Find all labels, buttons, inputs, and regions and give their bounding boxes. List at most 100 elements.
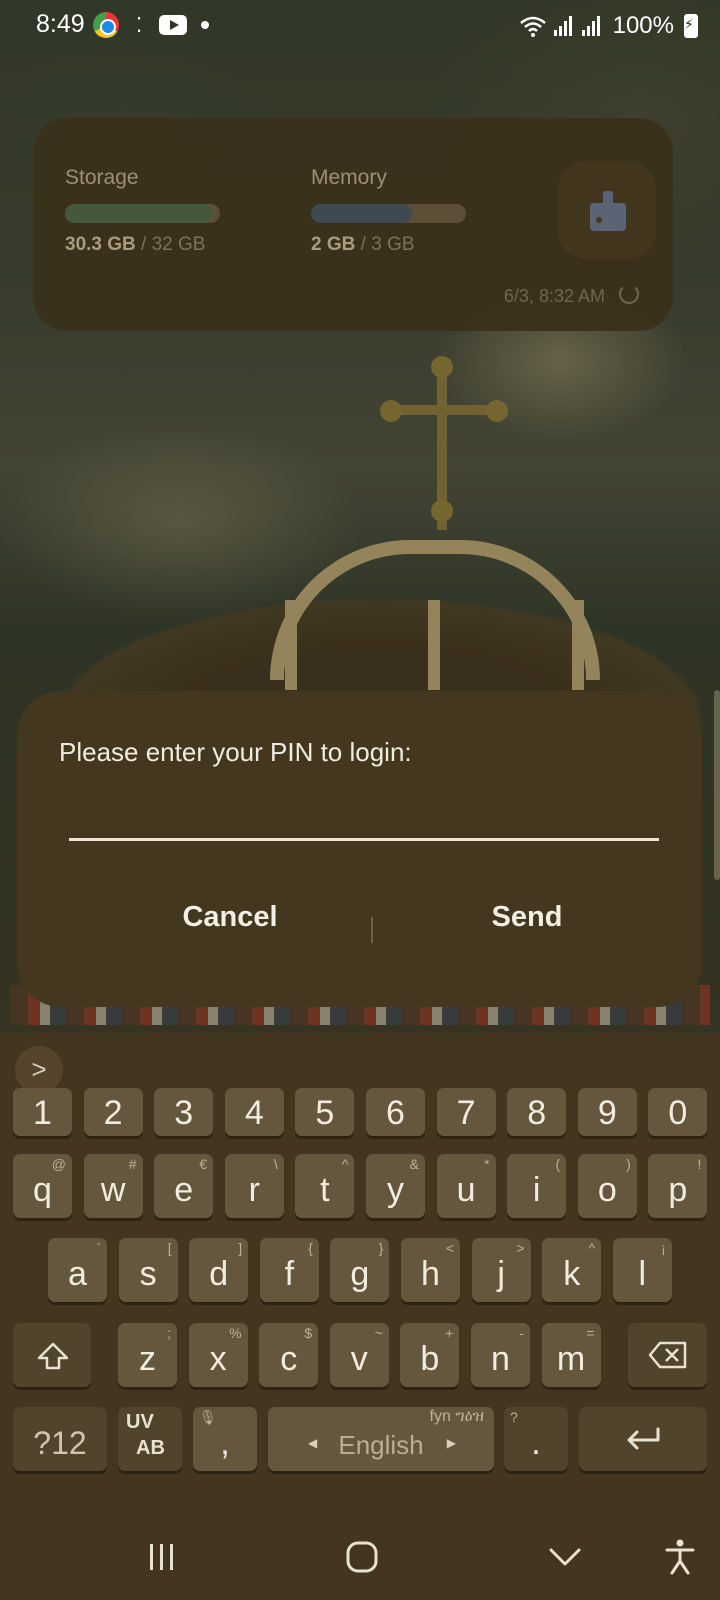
- key-9[interactable]: 9: [577, 1088, 637, 1136]
- accessibility-button[interactable]: [640, 1527, 720, 1587]
- wifi-icon: [519, 16, 546, 37]
- key-r[interactable]: \ r: [224, 1154, 284, 1218]
- key-z[interactable]: ; z: [118, 1323, 177, 1387]
- key-n[interactable]: -n: [471, 1323, 530, 1387]
- key-l[interactable]: ¡ l: [612, 1238, 672, 1302]
- key-e[interactable]: € e: [154, 1154, 214, 1218]
- key-hint: ;: [167, 1325, 171, 1341]
- language-switch-key[interactable]: UV AB: [118, 1407, 182, 1471]
- key-d[interactable]: ] d: [189, 1238, 249, 1302]
- key-label: 0: [668, 1094, 688, 1132]
- key-label: 4: [244, 1094, 264, 1132]
- key-hint: \: [273, 1156, 278, 1172]
- key-hint: (: [555, 1156, 561, 1172]
- recents-icon: [150, 1544, 173, 1570]
- refresh-icon[interactable]: [619, 284, 639, 304]
- shift-key[interactable]: [13, 1323, 91, 1387]
- memory-total: / 3 GB: [360, 234, 415, 255]
- key-label: s: [139, 1255, 157, 1293]
- send-button[interactable]: Send: [402, 887, 652, 947]
- key-label: c: [280, 1340, 298, 1378]
- key-i[interactable]: (i: [507, 1154, 567, 1218]
- space-right-arrow-icon: ▶: [446, 1436, 456, 1450]
- key-x[interactable]: % x: [188, 1323, 248, 1387]
- chrome-icon: [93, 12, 119, 38]
- key-label: d: [209, 1255, 229, 1293]
- key-label: g: [350, 1255, 370, 1293]
- key-label: p: [668, 1171, 688, 1209]
- key-3[interactable]: 3: [154, 1088, 214, 1136]
- key-c[interactable]: $ c: [259, 1323, 319, 1387]
- key-q[interactable]: @ q: [13, 1154, 72, 1218]
- key-label: 3: [174, 1094, 194, 1132]
- key-label: i: [532, 1171, 541, 1209]
- key-v[interactable]: ~ v: [329, 1323, 389, 1387]
- key-2[interactable]: 2: [83, 1088, 143, 1136]
- key-hint: -: [519, 1325, 524, 1341]
- key-m[interactable]: = m: [541, 1323, 601, 1387]
- key-y[interactable]: & y: [366, 1154, 425, 1218]
- key-label: y: [387, 1171, 404, 1209]
- optimize-button[interactable]: [558, 161, 656, 259]
- period-label: .: [531, 1424, 541, 1462]
- hide-keyboard-button[interactable]: [525, 1527, 605, 1587]
- period-hint: ?: [510, 1409, 518, 1425]
- key-4[interactable]: 4: [224, 1088, 284, 1136]
- key-5[interactable]: 5: [295, 1088, 355, 1136]
- key-0[interactable]: 0: [648, 1088, 708, 1136]
- dialog-message: Please enter your PIN to login:: [59, 737, 412, 767]
- key-hint: [: [167, 1240, 172, 1256]
- storage-value: 30.3 GB / 32 GB: [65, 234, 205, 256]
- edge-panel-handle[interactable]: [714, 690, 720, 880]
- backspace-key[interactable]: [628, 1323, 707, 1387]
- enter-key[interactable]: [579, 1407, 707, 1471]
- key-a[interactable]: ` a: [48, 1238, 107, 1302]
- key-hint: @: [51, 1156, 66, 1172]
- key-u[interactable]: * u: [436, 1154, 496, 1218]
- key-o[interactable]: ) o: [577, 1154, 637, 1218]
- recents-button[interactable]: [122, 1527, 202, 1587]
- key-w[interactable]: # w: [83, 1154, 143, 1218]
- key-label: q: [33, 1171, 52, 1209]
- key-j[interactable]: > j: [471, 1238, 531, 1302]
- key-label: b: [420, 1340, 440, 1378]
- key-1[interactable]: 1: [13, 1088, 72, 1136]
- key-hint: ): [626, 1156, 631, 1172]
- home-button[interactable]: [322, 1527, 402, 1587]
- key-k[interactable]: ^ k: [542, 1238, 602, 1302]
- more-notifications-icon: [201, 21, 209, 29]
- key-label: 5: [315, 1094, 335, 1132]
- key-hint: +: [445, 1325, 454, 1341]
- device-care-widget[interactable]: Storage 30.3 GB / 32 GB Memory 2 GB / 3 …: [33, 118, 673, 331]
- mic-icon: 🎙: [199, 1409, 217, 1425]
- key-label: u: [456, 1171, 476, 1209]
- key-6[interactable]: 6: [366, 1088, 425, 1136]
- space-key[interactable]: fyn ግዕዝ ◀ English ▶: [268, 1407, 494, 1471]
- key-hint: ¡: [661, 1240, 666, 1256]
- key-p[interactable]: ! p: [648, 1154, 708, 1218]
- key-f[interactable]: {f: [259, 1238, 319, 1302]
- key-s[interactable]: [s: [118, 1238, 178, 1302]
- key-label: f: [284, 1255, 295, 1293]
- key-8[interactable]: 8: [507, 1088, 567, 1136]
- cancel-button[interactable]: Cancel: [105, 887, 355, 947]
- battery-percentage: 100%: [612, 12, 674, 39]
- pin-dialog: Please enter your PIN to login: Cancel S…: [17, 691, 702, 1007]
- period-key[interactable]: ? .: [504, 1407, 568, 1471]
- key-g[interactable]: } g: [330, 1238, 390, 1302]
- pin-input[interactable]: [69, 791, 659, 841]
- key-label: v: [350, 1340, 368, 1378]
- footsteps-icon: ⁚: [135, 14, 143, 37]
- key-t[interactable]: ^ t: [295, 1154, 355, 1218]
- comma-key[interactable]: 🎙 ,: [193, 1407, 257, 1471]
- toolbar-expand-button[interactable]: >: [15, 1046, 63, 1094]
- key-label: 8: [527, 1094, 547, 1132]
- key-b[interactable]: + b: [400, 1323, 460, 1387]
- button-divider: [371, 917, 373, 943]
- symbols-key[interactable]: ?12: [13, 1407, 107, 1471]
- space-label: English: [338, 1430, 424, 1460]
- key-label: t: [320, 1171, 330, 1209]
- key-7[interactable]: 7: [436, 1088, 496, 1136]
- space-left-arrow-icon: ◀: [308, 1436, 318, 1450]
- key-h[interactable]: < h: [401, 1238, 460, 1302]
